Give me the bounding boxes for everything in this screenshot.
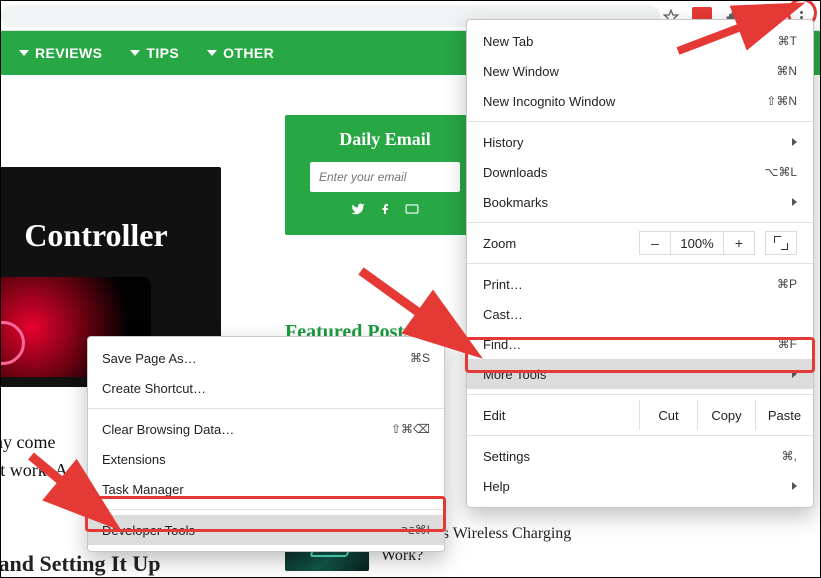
menu-separator [467,435,813,436]
social-row [295,202,475,219]
submenu-item-developer-tools[interactable]: Developer Tools⌥⌘I [88,515,444,545]
edit-cut-button[interactable]: Cut [639,400,697,430]
chrome-main-menu: New Tab⌘T New Window⌘N New Incognito Win… [466,19,814,508]
chevron-down-icon [130,50,140,56]
submenu-item-task-manager[interactable]: Task Manager [88,474,444,504]
zoom-out-button[interactable]: – [639,231,671,255]
menu-shortcut: ⇧⌘⌫ [391,422,430,436]
menu-item-find[interactable]: Find…⌘F [467,329,813,359]
menu-separator [467,263,813,264]
menu-shortcut: ⌘N [776,64,797,78]
chevron-down-icon [19,50,29,56]
twitter-icon[interactable] [351,202,365,219]
more-tools-submenu: Save Page As…⌘S Create Shortcut… Clear B… [87,336,445,552]
edit-paste-button[interactable]: Paste [755,400,813,430]
menu-label: History [483,135,792,150]
edit-copy-button[interactable]: Copy [697,400,755,430]
signup-title: Daily Email [295,129,475,150]
menu-label: New Tab [483,34,778,49]
menu-separator [467,121,813,122]
menu-label: Print… [483,277,777,292]
menu-separator [467,222,813,223]
menu-shortcut: ⌥⌘L [764,165,797,179]
menu-separator [467,394,813,395]
menu-shortcut: ⇧⌘N [766,94,797,108]
chevron-down-icon [207,50,217,56]
menu-label: Developer Tools [102,523,401,538]
menu-label: Downloads [483,165,764,180]
menu-label: New Window [483,64,776,79]
submenu-item-save-page[interactable]: Save Page As…⌘S [88,343,444,373]
nav-label: OTHER [223,45,274,61]
mail-icon[interactable] [405,202,419,219]
menu-label: Settings [483,449,782,464]
facebook-icon[interactable] [379,202,391,219]
menu-item-downloads[interactable]: Downloads⌥⌘L [467,157,813,187]
menu-shortcut: ⌘P [777,277,797,291]
menu-label: Extensions [102,452,430,467]
nav-label: TIPS [146,45,179,61]
menu-item-incognito[interactable]: New Incognito Window⇧⌘N [467,86,813,116]
submenu-item-extensions[interactable]: Extensions [88,444,444,474]
menu-label: Bookmarks [483,195,792,210]
fullscreen-icon [774,236,788,250]
menu-separator [88,509,444,510]
menu-shortcut: ⌘T [778,34,797,48]
signup-card: Daily Email [285,115,485,235]
chevron-right-icon [792,138,797,146]
menu-item-more-tools[interactable]: More Tools [467,359,813,389]
zoom-percent: 100% [671,231,723,255]
menu-item-zoom: Zoom – 100% + [467,228,813,258]
menu-item-cast[interactable]: Cast… [467,299,813,329]
menu-shortcut: ⌘F [778,337,797,351]
nav-tips[interactable]: TIPS [130,45,179,61]
chevron-right-icon [792,482,797,490]
nav-label: REVIEWS [35,45,102,61]
zoom-in-button[interactable]: + [723,231,755,255]
menu-label: Save Page As… [102,351,410,366]
snippet-line: sn't work. A [0,457,68,485]
nav-reviews[interactable]: REVIEWS [19,45,102,61]
menu-label: More Tools [483,367,792,382]
submenu-item-clear-browsing[interactable]: Clear Browsing Data…⇧⌘⌫ [88,414,444,444]
menu-label: Zoom [483,236,639,251]
menu-separator [88,408,444,409]
menu-label: Help [483,479,792,494]
screenshot-stage: REVIEWS TIPS OTHER Daily Email Featured … [0,0,821,578]
text-snippet: may come sn't work. A [0,429,68,485]
text-snippet: ke and Setting It Up [0,551,160,577]
menu-item-help[interactable]: Help [467,471,813,501]
menu-label: Task Manager [102,482,430,497]
menu-item-bookmarks[interactable]: Bookmarks [467,187,813,217]
email-input[interactable] [310,162,460,192]
article-card-title: Controller [0,217,221,254]
snippet-line: may come [0,429,68,457]
menu-item-edit: Edit Cut Copy Paste [467,400,813,430]
menu-shortcut: ⌘, [782,449,797,463]
menu-label: Cast… [483,307,797,322]
menu-label: Create Shortcut… [102,381,430,396]
menu-item-new-tab[interactable]: New Tab⌘T [467,26,813,56]
menu-item-history[interactable]: History [467,127,813,157]
chevron-right-icon [792,198,797,206]
menu-label: Edit [467,400,639,430]
fullscreen-button[interactable] [765,231,797,255]
menu-label: Find… [483,337,778,352]
nav-other[interactable]: OTHER [207,45,274,61]
menu-label: Clear Browsing Data… [102,422,391,437]
menu-item-new-window[interactable]: New Window⌘N [467,56,813,86]
menu-label: New Incognito Window [483,94,766,109]
menu-shortcut: ⌥⌘I [401,523,430,537]
submenu-item-create-shortcut[interactable]: Create Shortcut… [88,373,444,403]
chevron-right-icon [792,370,797,378]
menu-item-settings[interactable]: Settings⌘, [467,441,813,471]
menu-shortcut: ⌘S [410,351,430,365]
menu-item-print[interactable]: Print…⌘P [467,269,813,299]
